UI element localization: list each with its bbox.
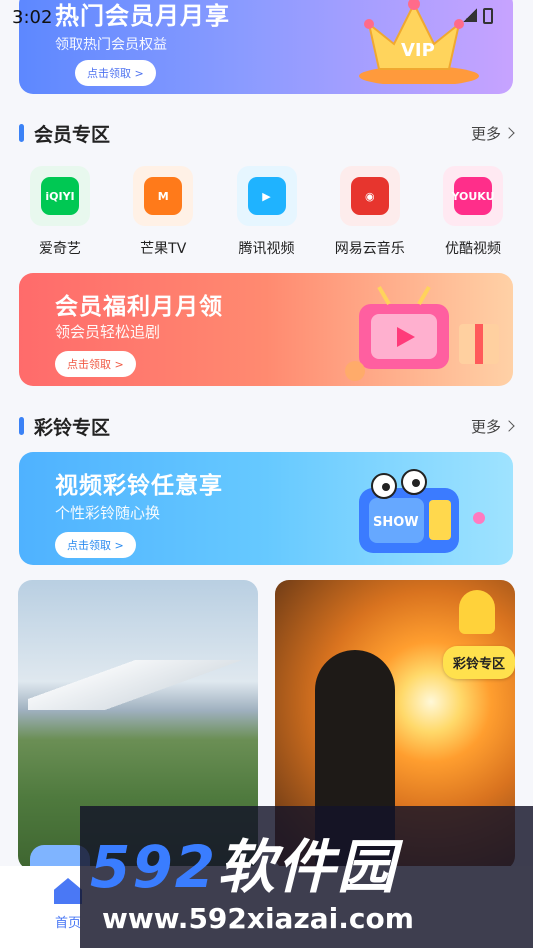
- top-banner-subtitle: 领取热门会员权益: [55, 37, 167, 53]
- section-bar: [19, 124, 24, 142]
- app-item-youku[interactable]: YOUKU 优酷视频: [427, 166, 519, 258]
- tencent-video-icon: ▶: [247, 177, 286, 215]
- app-item-tencent-video[interactable]: ▶ 腾讯视频: [221, 166, 313, 258]
- ring-banner-title: 视频彩铃任意享: [55, 473, 223, 499]
- app-item-netease-music[interactable]: ◉ 网易云音乐: [324, 166, 416, 258]
- app-label: 腾讯视频: [238, 241, 295, 257]
- app-icon-bg: ▶: [236, 166, 297, 226]
- app-item-iqiyi[interactable]: iQIYI 爱奇艺: [14, 166, 106, 258]
- member-app-list: iQIYI 爱奇艺 M 芒果TV ▶ 腾讯视频 ◉ 网易云音乐 YOUKU 优酷…: [14, 166, 519, 258]
- ring-section-title: 彩铃专区: [34, 416, 111, 439]
- netease-music-icon: ◉: [350, 177, 389, 215]
- ring-more-label: 更多: [470, 417, 501, 436]
- member-section-title: 会员专区: [34, 123, 111, 146]
- top-banner-title: 热门会员月月享: [55, 2, 230, 30]
- app-label: 芒果TV: [140, 241, 187, 257]
- status-icons: [463, 8, 493, 24]
- bell-icon: [459, 590, 495, 634]
- youku-icon: YOUKU: [451, 177, 495, 215]
- top-banner-claim-button[interactable]: 点击领取 >: [75, 60, 156, 86]
- app-icon-bg: iQIYI: [30, 166, 90, 226]
- welfare-banner[interactable]: 会员福利月月领 领会员轻松追剧 点击领取 >: [19, 273, 513, 386]
- top-banner[interactable]: 热门会员月月享 领取热门会员权益 点击领取 > VIP: [19, 0, 513, 94]
- app-icon-bg: YOUKU: [443, 166, 503, 226]
- member-more-label: 更多: [470, 124, 501, 143]
- signal-icon: [463, 8, 477, 22]
- show-tv-illustration: SHOW: [359, 469, 485, 553]
- chevron-right-icon: [503, 127, 515, 139]
- ring-claim-button[interactable]: 点击领取 >: [55, 532, 136, 558]
- watermark-brand-text: 软件园: [217, 833, 398, 901]
- welfare-banner-subtitle: 领会员轻松追剧: [55, 323, 161, 341]
- ring-section-header: 彩铃专区 更多: [19, 411, 515, 441]
- app-icon-bg: M: [133, 166, 194, 226]
- app-label: 爱奇艺: [39, 241, 81, 257]
- status-time: 3:02: [12, 7, 53, 28]
- ring-banner[interactable]: 视频彩铃任意享 个性彩铃随心换 点击领取 > SHOW: [19, 452, 513, 565]
- app-item-mango-tv[interactable]: M 芒果TV: [117, 166, 209, 258]
- battery-icon: [483, 8, 493, 24]
- watermark-url: www.592xiazai.com: [102, 902, 414, 935]
- app-label: 网易云音乐: [334, 241, 405, 257]
- ring-banner-subtitle: 个性彩铃随心换: [55, 504, 161, 522]
- iqiyi-icon: iQIYI: [41, 177, 79, 215]
- section-bar: [19, 417, 24, 435]
- welfare-claim-button[interactable]: 点击领取 >: [55, 351, 136, 377]
- welfare-banner-title: 会员福利月月领: [55, 294, 223, 320]
- crown-text: VIP: [401, 40, 435, 61]
- mango-tv-icon: M: [144, 177, 183, 215]
- mountain-snow: [28, 660, 248, 710]
- watermark-overlay: 592软件园 www.592xiazai.com: [80, 806, 533, 948]
- home-icon: [54, 878, 82, 904]
- chevron-right-icon: [503, 420, 515, 432]
- ring-zone-badge[interactable]: 彩铃专区: [442, 646, 515, 679]
- tv-show-text: SHOW: [373, 515, 419, 530]
- watermark-brand: 592软件园: [90, 820, 397, 904]
- vip-crown-icon: VIP: [359, 0, 479, 84]
- ring-more-link[interactable]: 更多: [470, 416, 515, 437]
- member-more-link[interactable]: 更多: [470, 123, 515, 144]
- tv-gift-illustration: [345, 285, 499, 381]
- watermark-number: 592: [90, 833, 218, 901]
- app-label: 优酷视频: [445, 241, 501, 257]
- member-section-header: 会员专区 更多: [19, 118, 515, 148]
- app-icon-bg: ◉: [339, 166, 400, 226]
